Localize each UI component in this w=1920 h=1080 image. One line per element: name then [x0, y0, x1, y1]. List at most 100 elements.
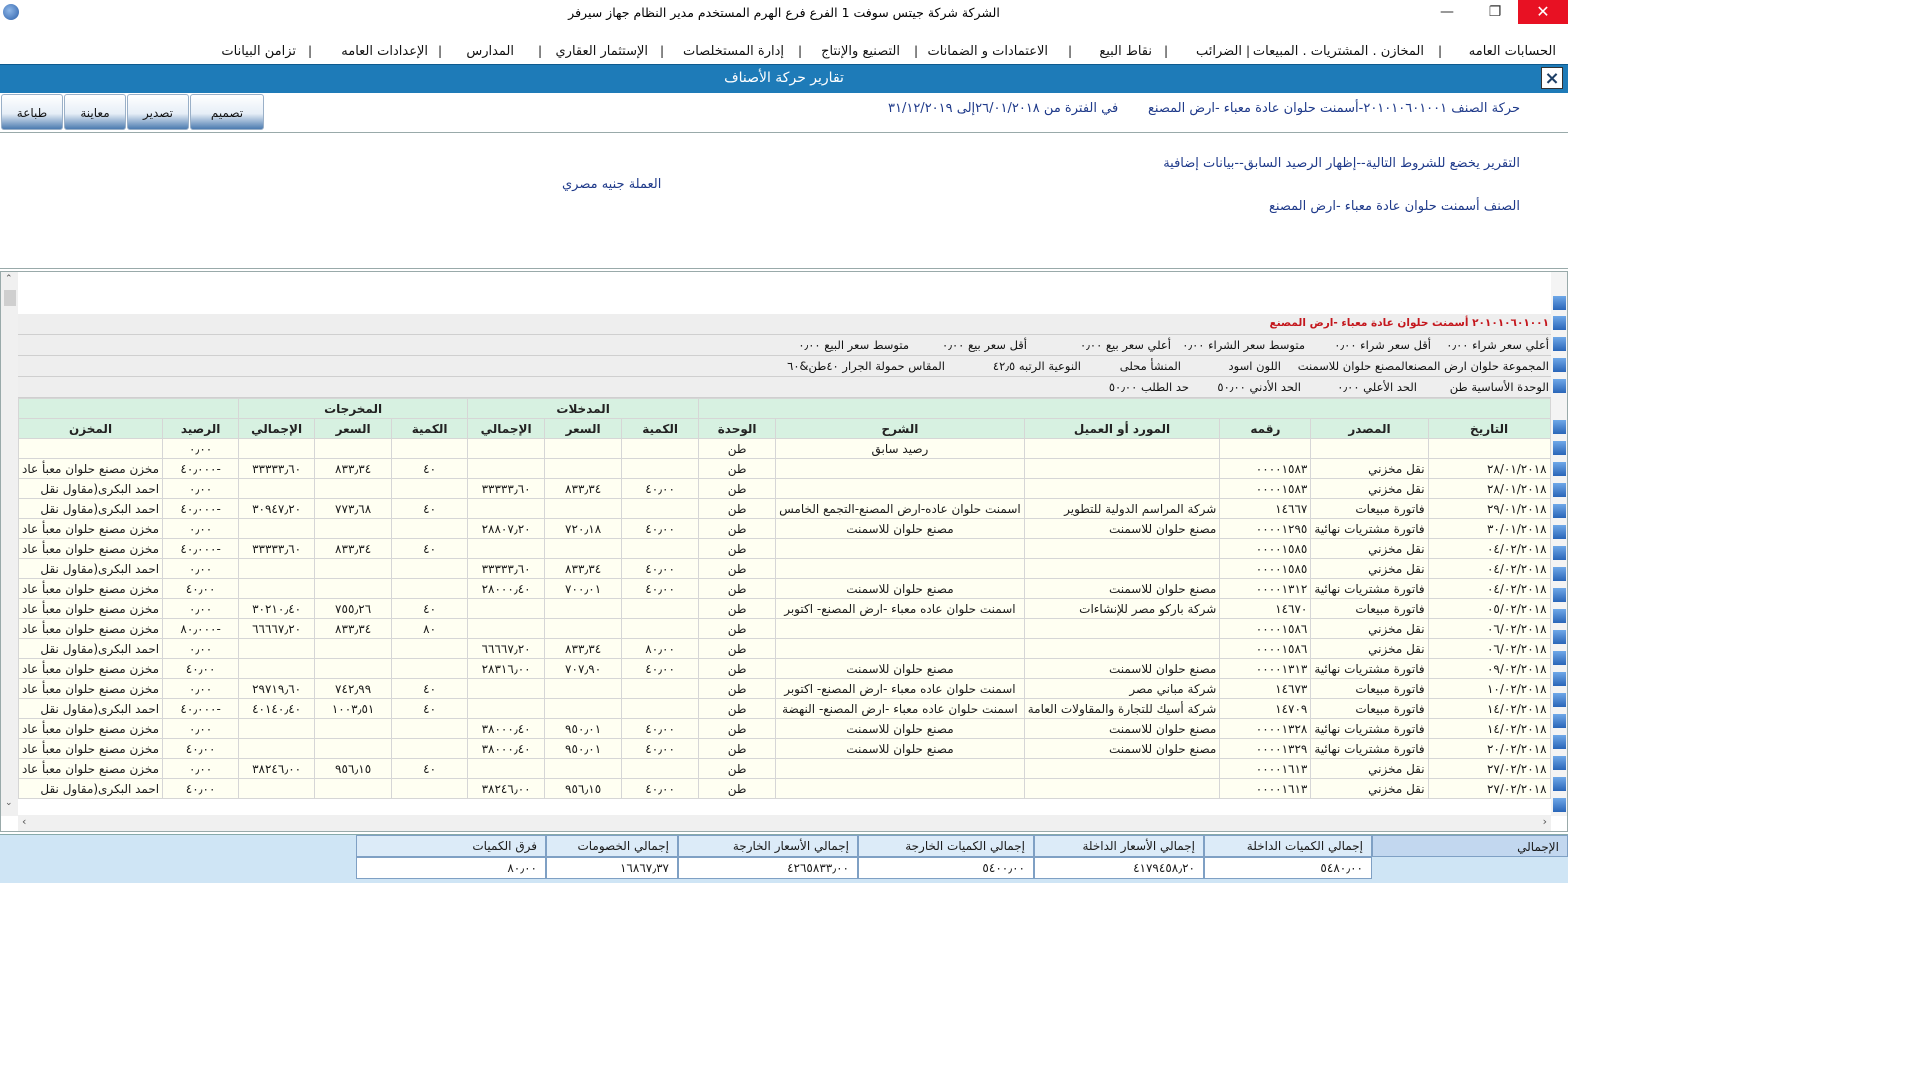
- divider: [0, 132, 1568, 133]
- cell-out-total: [238, 778, 316, 799]
- cell-store: احمد البكرى(مقاول نقل: [17, 638, 164, 659]
- export-button[interactable]: تصدير: [127, 94, 189, 130]
- table-row[interactable]: ٢٠/٠٢/٢٠١٨ فاتورة مشتريات نهائية ٠٠٠٠١٣٢٩ م…: [17, 738, 1551, 759]
- row-selector-icon[interactable]: [1553, 588, 1566, 602]
- cell-out-price: ٩٥٦٫١٥: [314, 758, 393, 779]
- table-row[interactable]: ٠٤/٠٢/٢٠١٨ فاتورة مشتريات نهائية ٠٠٠٠١٣١٢ م…: [17, 578, 1551, 599]
- scroll-up-icon[interactable]: ⌃: [5, 274, 13, 284]
- row-selector-icon[interactable]: [1553, 504, 1566, 518]
- preview-button[interactable]: معاينة: [64, 94, 126, 130]
- total-discount-value: ١٦٨٦٧٫٣٧: [546, 857, 678, 879]
- row-selector-icon[interactable]: [1553, 337, 1566, 351]
- col-header-source[interactable]: المصدر: [1310, 418, 1429, 439]
- table-row[interactable]: ٠٤/٠٢/٢٠١٨ نقل مخزني ٠٠٠٠١٥٨٥ طن ٤٠٫٠٠ ٨٣٣٫٣٤…: [17, 558, 1551, 579]
- cell-in-price: ٩٥٦٫١٥: [544, 778, 623, 799]
- cell-in-price: [544, 498, 623, 519]
- table-row[interactable]: ٣٠/٠١/٢٠١٨ فاتورة مشتريات نهائية ٠٠٠٠١٢٩٥ م…: [17, 518, 1551, 539]
- row-selector-icon[interactable]: [1553, 756, 1566, 770]
- design-button[interactable]: تصميم: [190, 94, 264, 130]
- cell-store: [17, 438, 164, 459]
- cell-desc: [775, 458, 1025, 479]
- col-header-in-qty[interactable]: الكمية: [621, 418, 700, 439]
- scroll-left-icon[interactable]: ‹: [22, 815, 26, 828]
- print-button[interactable]: طباعة: [1, 94, 63, 130]
- cell-date: ٠٦/٠٢/٢٠١٨: [1427, 638, 1551, 659]
- table-row[interactable]: ٢٧/٠٢/٢٠١٨ نقل مخزني ٠٠٠٠١٦١٣ طن ٤٠ ٩٥٦٫١٥ ٣٨٢…: [17, 758, 1551, 779]
- col-header-balance[interactable]: الرصيد: [162, 418, 240, 439]
- row-selector-icon[interactable]: [1553, 379, 1566, 393]
- col-header-in-total[interactable]: الإجمالي: [467, 418, 546, 439]
- total-in-price-value: ٤١٧٩٤٥٨٫٢٠: [1034, 857, 1204, 879]
- menu-general-accounts[interactable]: الحسابات العامه: [1469, 44, 1556, 59]
- row-selector-icon[interactable]: [1553, 714, 1566, 728]
- row-selector-icon[interactable]: [1553, 462, 1566, 476]
- table-row[interactable]: ١٤/٠٢/٢٠١٨ فاتورة مشتريات نهائية ٠٠٠٠١٣٢٨ م…: [17, 718, 1551, 739]
- col-header-party[interactable]: المورد أو العميل: [1023, 418, 1221, 439]
- cell-out-price: [314, 778, 393, 799]
- col-header-number[interactable]: رقمه: [1219, 418, 1312, 439]
- row-selector-icon[interactable]: [1553, 798, 1566, 812]
- menu-schools[interactable]: المدارس: [466, 44, 514, 59]
- row-selector-icon[interactable]: [1553, 296, 1566, 310]
- table-row[interactable]: ٢٩/٠١/٢٠١٨ فاتورة مبيعات ١٤٦٦٧ شركة المراسم…: [17, 498, 1551, 519]
- row-selector-icon[interactable]: [1553, 609, 1566, 623]
- menu-taxes[interactable]: الضرائب: [1196, 44, 1242, 59]
- scroll-down-icon[interactable]: ⌄: [5, 798, 13, 808]
- row-selector-icon[interactable]: [1553, 693, 1566, 707]
- menu-credits-guarantees[interactable]: الاعتمادات و الضمانات: [927, 44, 1048, 59]
- row-selector-icon[interactable]: [1553, 630, 1566, 644]
- restore-icon[interactable]: ❐: [1472, 0, 1518, 24]
- menu-stores-purchases-sales[interactable]: المخازن . المشتريات . المبيعات: [1253, 44, 1424, 59]
- col-header-unit[interactable]: الوحدة: [698, 418, 777, 439]
- menu-pos[interactable]: نقاط البيع: [1099, 44, 1152, 59]
- col-header-out-total[interactable]: الإجمالي: [238, 418, 316, 439]
- col-header-store[interactable]: المخزن: [17, 418, 164, 439]
- cell-unit: طن: [698, 498, 777, 519]
- table-row[interactable]: ٠٦/٠٢/٢٠١٨ نقل مخزني ٠٠٠٠١٥٨٦ طن ٨٠٫٠٠ ٨٣٣٫٣٤…: [17, 638, 1551, 659]
- horizontal-scrollbar[interactable]: ‹ ›: [18, 815, 1551, 831]
- window-titlebar: الشركة شركة جيتس سوفت 1 الفرع فرع الهرم …: [0, 0, 1568, 26]
- row-selector-icon[interactable]: [1553, 546, 1566, 560]
- col-header-desc[interactable]: الشرح: [775, 418, 1025, 439]
- row-selector-icon[interactable]: [1553, 735, 1566, 749]
- scrollbar-thumb[interactable]: [4, 290, 16, 306]
- menu-real-estate[interactable]: الإستثمار العقاري: [556, 44, 649, 59]
- cell-out-price: ٨٣٣٫٣٤: [314, 458, 393, 479]
- table-row[interactable]: ١٠/٠٢/٢٠١٨ فاتورة مبيعات ١٤٦٧٣ شركة مباني م…: [17, 678, 1551, 699]
- row-selector-icon[interactable]: [1553, 777, 1566, 791]
- table-row[interactable]: ٠٥/٠٢/٢٠١٨ فاتورة مبيعات ١٤٦٧٠ شركة باركو م…: [17, 598, 1551, 619]
- row-selector-icon[interactable]: [1553, 567, 1566, 581]
- table-row[interactable]: ٢٧/٠٢/٢٠١٨ نقل مخزني ٠٠٠٠١٦١٣ طن ٤٠٫٠٠ ٩٥٦٫١٥…: [17, 778, 1551, 799]
- minimize-icon[interactable]: —: [1424, 0, 1470, 24]
- row-selector-icon[interactable]: [1553, 672, 1566, 686]
- col-header-date[interactable]: التاريخ: [1427, 418, 1551, 439]
- cell-in-qty: ٤٠٫٠٠: [621, 738, 700, 759]
- menu-general-settings[interactable]: الإعدادات العامه: [341, 44, 428, 59]
- menu-manufacturing[interactable]: التصنيع والإنتاج: [821, 44, 900, 59]
- table-row[interactable]: ١٤/٠٢/٢٠١٨ فاتورة مبيعات ١٤٧٠٩ شركة أسيك لل…: [17, 698, 1551, 719]
- col-header-out-price[interactable]: السعر: [314, 418, 393, 439]
- table-row[interactable]: ٢٨/٠١/٢٠١٨ نقل مخزني ٠٠٠٠١٥٨٣ طن ٤٠٫٠٠ ٨٣٣٫٣٤…: [17, 478, 1551, 499]
- col-header-out-qty[interactable]: الكمية: [391, 418, 469, 439]
- row-selector-icon[interactable]: [1553, 525, 1566, 539]
- menu-extracts[interactable]: إدارة المستخلصات: [683, 44, 784, 59]
- cell-source: نقل مخزني: [1310, 458, 1429, 479]
- vertical-scrollbar[interactable]: ⌃ ⌄: [1, 272, 18, 816]
- table-row[interactable]: ٠٩/٠٢/٢٠١٨ فاتورة مشتريات نهائية ٠٠٠٠١٣١٣ م…: [17, 658, 1551, 679]
- table-row[interactable]: ٠٤/٠٢/٢٠١٨ نقل مخزني ٠٠٠٠١٥٨٥ طن ٤٠ ٨٣٣٫٣٤ ٣٣٣…: [17, 538, 1551, 559]
- row-selector-icon[interactable]: [1553, 316, 1566, 330]
- report-close-button[interactable]: ×: [1541, 67, 1563, 89]
- row-selector-icon[interactable]: [1553, 358, 1566, 372]
- table-row[interactable]: ٠٦/٠٢/٢٠١٨ نقل مخزني ٠٠٠٠١٥٨٦ طن ٨٠ ٨٣٣٫٣٤ ٦٦٦…: [17, 618, 1551, 639]
- close-icon[interactable]: ✕: [1518, 0, 1568, 24]
- col-header-in-price[interactable]: السعر: [544, 418, 623, 439]
- row-selector-icon[interactable]: [1553, 441, 1566, 455]
- table-row[interactable]: ٢٨/٠١/٢٠١٨ نقل مخزني ٠٠٠٠١٥٨٣ طن ٤٠ ٨٣٣٫٣٤ ٣٣٣…: [17, 458, 1551, 479]
- row-selector-icon[interactable]: [1553, 420, 1566, 434]
- menu-data-sync[interactable]: تزامن البيانات: [221, 44, 296, 59]
- scroll-right-icon[interactable]: ›: [1543, 815, 1547, 828]
- cell-number: ٠٠٠٠١٣٢٨: [1219, 718, 1312, 739]
- table-row[interactable]: رصيد سابق طن ٠٫٠٠: [17, 438, 1551, 459]
- row-selector-icon[interactable]: [1553, 651, 1566, 665]
- row-selector-icon[interactable]: [1553, 483, 1566, 497]
